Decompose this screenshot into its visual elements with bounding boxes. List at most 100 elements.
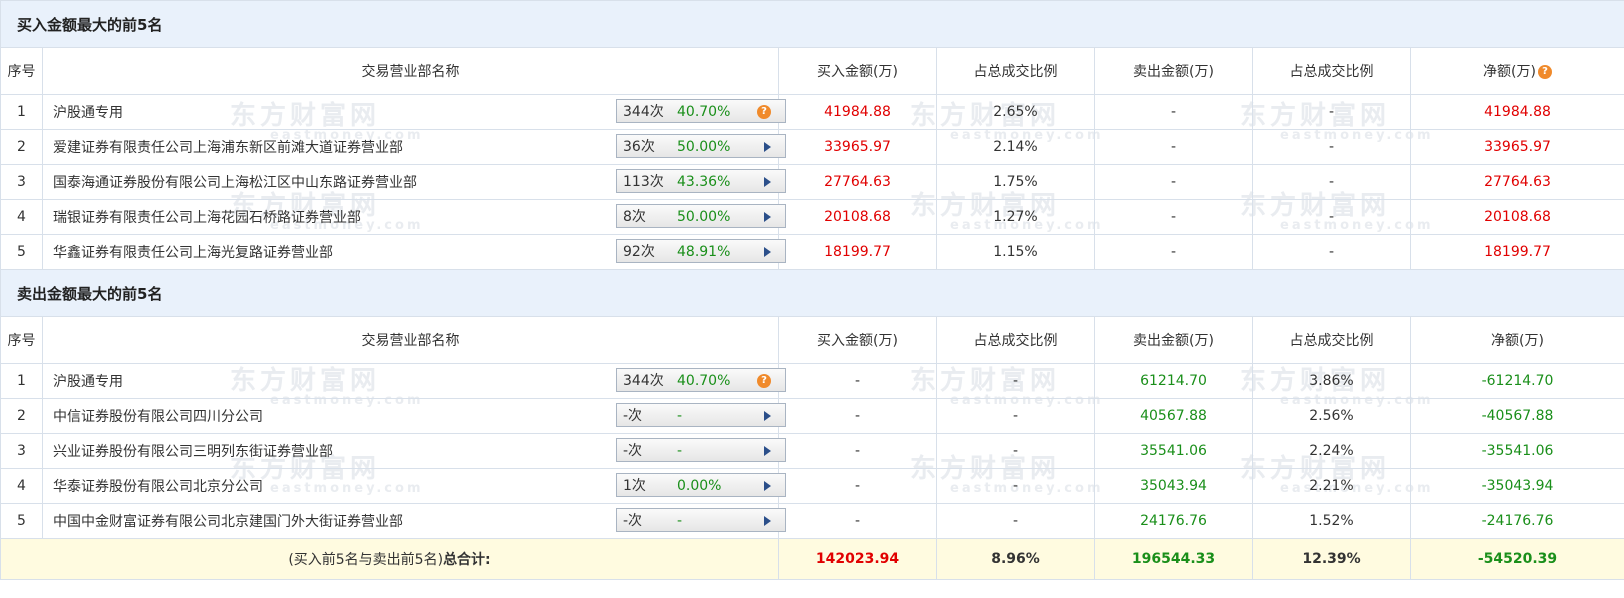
cell-sell-ratio: 2.56% [1252, 398, 1411, 434]
appearance-count: -次 [623, 443, 643, 459]
cell-sell: - [1094, 234, 1253, 270]
table-row: 4 瑞银证券有限责任公司上海花园石桥路证券营业部 8次 50.00% 20108.68 1… [0, 199, 1624, 235]
branch-name[interactable]: 中信证券股份有限公司四川分公司 [53, 409, 263, 425]
appearance-count: -次 [623, 408, 643, 424]
arrow-right-icon[interactable] [764, 212, 771, 222]
cell-buy-ratio: 1.15% [936, 234, 1095, 270]
appearance-count: 8次 [623, 209, 646, 225]
branch-name[interactable]: 华泰证券股份有限公司北京分公司 [53, 479, 263, 495]
total-buy-ratio: 8.96% [936, 538, 1095, 580]
branch-cell: 华鑫证券有限责任公司上海光复路证券营业部 92次 48.91% [42, 234, 786, 270]
branch-stats-box[interactable]: -次 - [616, 403, 786, 427]
cell-sell-ratio: 3.86% [1252, 363, 1411, 399]
win-rate: 40.70% [677, 104, 731, 120]
cell-net: -40567.88 [1409, 398, 1624, 434]
branch-stats-box[interactable]: 344次 40.70%? [616, 99, 786, 123]
arrow-right-icon[interactable] [764, 446, 771, 456]
win-rate: - [677, 408, 683, 424]
header-label: 买入金额(万) [817, 333, 898, 349]
row-index: 5 [0, 234, 43, 270]
total-sell: 196544.33 [1094, 538, 1253, 580]
branch-stats-box[interactable]: 1次 0.00% [616, 473, 786, 497]
question-icon[interactable]: ? [757, 105, 771, 119]
branch-stats-box[interactable]: 8次 50.00% [616, 204, 786, 228]
arrow-right-icon[interactable] [764, 516, 771, 526]
cell-sell-ratio: - [1252, 94, 1411, 130]
win-rate: - [677, 513, 683, 529]
branch-name[interactable]: 兴业证券股份有限公司三明列东街证券营业部 [53, 444, 333, 460]
cell-sell-ratio: - [1252, 234, 1411, 270]
total-label-suffix: 总合计: [443, 552, 491, 568]
cell-buy-ratio: 1.27% [936, 199, 1095, 235]
cell-buy-ratio: - [936, 433, 1095, 469]
row-index: 5 [0, 503, 43, 539]
cell-sell: 61214.70 [1094, 363, 1253, 399]
branch-name[interactable]: 中国中金财富证券有限公司北京建国门外大街证券营业部 [53, 514, 403, 530]
cell-sell-ratio: - [1252, 129, 1411, 165]
arrow-right-icon[interactable] [764, 411, 771, 421]
header-label: 交易营业部名称 [361, 333, 460, 349]
branch-name[interactable]: 沪股通专用 [53, 105, 123, 121]
total-row: (买入前5名与卖出前5名)总合计: 142023.94 8.96% 196544… [0, 538, 1624, 580]
branch-stats-box[interactable]: -次 - [616, 438, 786, 462]
buy_section-header-6: 净额(万)? [1409, 47, 1624, 95]
question-icon[interactable]: ? [757, 374, 771, 388]
header-label: 占总成交比例 [973, 333, 1058, 349]
appearance-count: 113次 [623, 174, 664, 190]
sell_section-header-1: 交易营业部名称 [42, 316, 779, 364]
win-rate: 50.00% [677, 209, 731, 225]
cell-sell: 24176.76 [1094, 503, 1253, 539]
header-label: 买入金额(万) [817, 64, 898, 80]
header-label: 序号 [7, 333, 36, 349]
cell-net: 41984.88 [1409, 94, 1624, 130]
branch-stats-box[interactable]: 92次 48.91% [616, 239, 786, 263]
branch-stats-box[interactable]: 113次 43.36% [616, 169, 786, 193]
cell-net: 33965.97 [1409, 129, 1624, 165]
branch-cell: 兴业证券股份有限公司三明列东街证券营业部 -次 - [42, 433, 786, 469]
branch-name[interactable]: 瑞银证券有限责任公司上海花园石桥路证券营业部 [53, 210, 361, 226]
cell-sell: - [1094, 199, 1253, 235]
cell-net: -24176.76 [1409, 503, 1624, 539]
win-rate: 40.70% [677, 373, 731, 389]
header-label: 净额(万) [1483, 64, 1536, 80]
cell-buy-ratio: - [936, 468, 1095, 504]
sell_section-header-2: 买入金额(万) [778, 316, 937, 364]
cell-sell-ratio: 2.24% [1252, 433, 1411, 469]
arrow-right-icon[interactable] [764, 247, 771, 257]
table-row: 2 中信证券股份有限公司四川分公司 -次 - - -40567.88 2.56% -40567… [0, 398, 1624, 434]
sell_section-header-0: 序号 [0, 316, 43, 364]
branch-cell: 国泰海通证券股份有限公司上海松江区中山东路证券营业部 113次 43.36% [42, 164, 786, 200]
cell-buy-ratio: 2.14% [936, 129, 1095, 165]
cell-buy: 20108.68 [778, 199, 937, 235]
branch-stats-box[interactable]: 36次 50.00% [616, 134, 786, 158]
buy_section-header-2: 买入金额(万) [778, 47, 937, 95]
branch-name[interactable]: 华鑫证券有限责任公司上海光复路证券营业部 [53, 245, 333, 261]
total-net: -54520.39 [1409, 538, 1624, 580]
branch-stats-box[interactable]: -次 - [616, 508, 786, 532]
win-rate: 50.00% [677, 139, 731, 155]
cell-net: -35541.06 [1409, 433, 1624, 469]
total-label-prefix: (买入前5名与卖出前5名) [288, 552, 444, 568]
branch-stats-box[interactable]: 344次 40.70%? [616, 368, 786, 392]
cell-buy: - [778, 468, 937, 504]
question-icon[interactable]: ? [1537, 65, 1552, 79]
row-index: 3 [0, 433, 43, 469]
appearance-count: 344次 [623, 373, 664, 389]
table-row: 5 华鑫证券有限责任公司上海光复路证券营业部 92次 48.91% 18199.77 1.… [0, 234, 1624, 270]
row-index: 1 [0, 363, 43, 399]
cell-net: -61214.70 [1409, 363, 1624, 399]
cell-buy: - [778, 433, 937, 469]
branch-name[interactable]: 沪股通专用 [53, 374, 123, 390]
table-row: 1 沪股通专用 344次 40.70%? 41984.88 2.65% - -41984.88 [0, 94, 1624, 130]
total-sell-ratio: 12.39% [1252, 538, 1411, 580]
cell-buy-ratio: 2.65% [936, 94, 1095, 130]
branch-name[interactable]: 爱建证券有限责任公司上海浦东新区前滩大道证券营业部 [53, 140, 403, 156]
table-row: 3 国泰海通证券股份有限公司上海松江区中山东路证券营业部 113次 43.36% 277… [0, 164, 1624, 200]
branch-name[interactable]: 国泰海通证券股份有限公司上海松江区中山东路证券营业部 [53, 175, 417, 191]
dragon-tiger-table: 买入金额最大的前5名 序号 交易营业部名称 买入金额(万) 占总成交比例 卖出金额(万) 占… [0, 0, 1624, 580]
arrow-right-icon[interactable] [764, 142, 771, 152]
cell-buy: - [778, 398, 937, 434]
arrow-right-icon[interactable] [764, 481, 771, 491]
arrow-right-icon[interactable] [764, 177, 771, 187]
cell-buy: - [778, 503, 937, 539]
